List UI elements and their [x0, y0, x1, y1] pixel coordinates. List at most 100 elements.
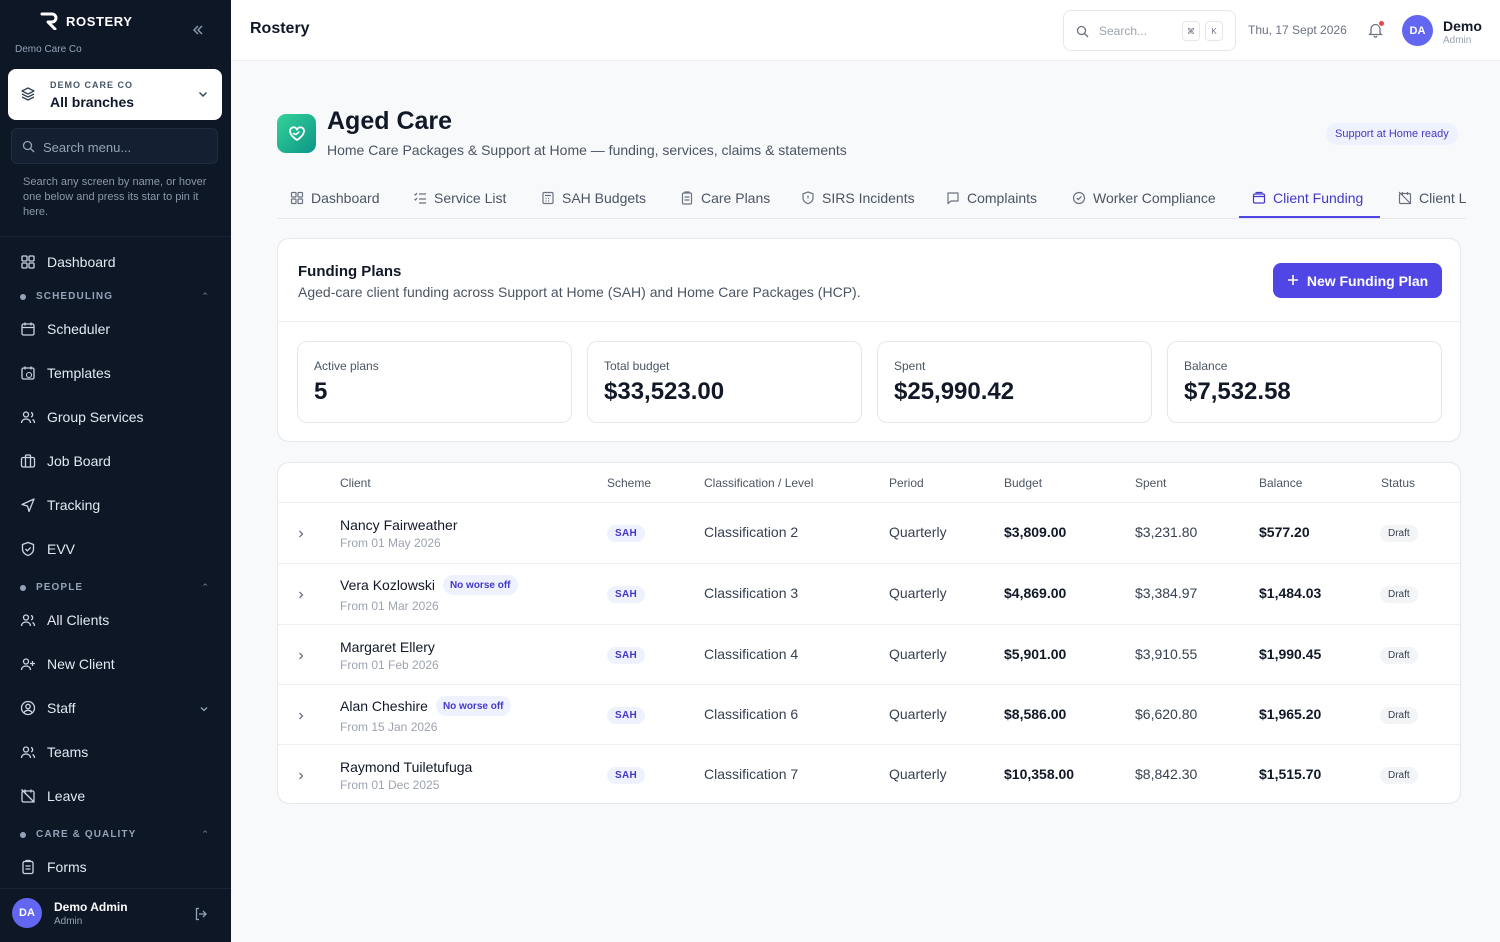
section-dot [20, 584, 26, 591]
client-from-date: From 01 Feb 2026 [340, 658, 439, 672]
section-care-quality[interactable]: CARE & QUALITY ⌃ [20, 829, 210, 840]
spent-cell: $6,620.80 [1135, 706, 1198, 722]
notification-dot [1378, 20, 1385, 27]
brand-name: ROSTERY [66, 13, 133, 29]
tab-label: SAH Budgets [562, 189, 647, 206]
top-user-name[interactable]: Demo [1443, 18, 1482, 34]
branch-selector[interactable]: DEMO CARE CO All branches [8, 69, 222, 120]
scheme-badge: SAH [607, 767, 646, 784]
sidebar-item-all-clients[interactable]: All Clients [10, 602, 220, 638]
current-date: Thu, 17 Sept 2026 [1248, 23, 1347, 37]
client-name: Alan Cheshire No worse off [340, 696, 511, 716]
sidebar-item-dashboard[interactable]: Dashboard [10, 244, 220, 280]
topbar: Rostery Search... ⌘ K Thu, 17 Sept 2026 … [231, 0, 1500, 61]
sidebar-item-new-client[interactable]: New Client [10, 646, 220, 682]
tab-sirs-incidents[interactable]: SIRS Incidents [801, 176, 915, 218]
sidebar-item-leave[interactable]: Leave [10, 778, 220, 814]
tab-service-list[interactable]: Service List [413, 176, 506, 218]
section-dot [20, 293, 26, 300]
heart-hand-icon [277, 114, 316, 153]
grid-icon [19, 253, 37, 271]
sidebar-item-teams[interactable]: Teams [10, 734, 220, 770]
period-cell: Quarterly [889, 585, 947, 601]
logout-icon[interactable] [193, 906, 209, 922]
sidebar-item-label: Tracking [47, 497, 101, 513]
section-people[interactable]: PEOPLE ⌃ [20, 582, 210, 593]
stat-value: 5 [314, 378, 328, 405]
column-header-scheme[interactable]: Scheme [607, 476, 651, 490]
avatar[interactable]: DA [12, 898, 42, 928]
button-label: New Funding Plan [1306, 272, 1429, 289]
tab-client-leave[interactable]: Client L [1398, 176, 1466, 218]
sidebar-item-job-board[interactable]: Job Board [10, 443, 220, 479]
sidebar-item-templates[interactable]: Templates [10, 355, 220, 391]
tab-worker-compliance[interactable]: Worker Compliance [1072, 176, 1216, 218]
table-row[interactable]: Alan Cheshire No worse off From 15 Jan 20… [278, 684, 1460, 745]
balance-cell: $577.20 [1259, 524, 1310, 540]
sidebar-item-group-services[interactable]: Group Services [10, 399, 220, 435]
calendar-off-icon [1398, 191, 1412, 205]
column-header-balance[interactable]: Balance [1259, 476, 1302, 490]
budget-cell: $8,586.00 [1004, 706, 1067, 722]
brand-logo[interactable]: ROSTERY [40, 12, 133, 30]
client-from-date: From 01 Dec 2025 [340, 778, 440, 792]
sidebar-item-label: Teams [47, 744, 89, 760]
sidebar: ROSTERY Demo Care Co DEMO CARE CO All br… [0, 0, 231, 942]
search-placeholder: Search... [1099, 24, 1148, 38]
section-scheduling[interactable]: SCHEDULING ⌃ [20, 291, 210, 302]
section-label: PEOPLE [36, 582, 84, 593]
section-subtitle: Aged-care client funding across Support … [298, 284, 861, 300]
column-header-classification[interactable]: Classification / Level [704, 476, 813, 490]
table-row[interactable]: Vera Kozlowski No worse off From 01 Mar 2… [278, 563, 1460, 624]
table-row[interactable]: Raymond Tuiletufuga From 01 Dec 2025 SAH… [278, 744, 1460, 803]
wallet-icon [1252, 191, 1266, 205]
column-header-spent[interactable]: Spent [1135, 476, 1166, 490]
tab-label: Client L [1419, 189, 1466, 206]
sidebar-item-forms[interactable]: Forms [10, 849, 220, 885]
tab-client-funding[interactable]: Client Funding [1252, 176, 1363, 218]
avatar[interactable]: DA [1402, 15, 1433, 46]
menu-search-input[interactable] [43, 137, 211, 157]
chevron-right-icon[interactable] [295, 588, 307, 600]
column-header-status[interactable]: Status [1381, 476, 1415, 490]
column-header-client[interactable]: Client [340, 476, 371, 490]
column-header-budget[interactable]: Budget [1004, 476, 1042, 490]
new-funding-plan-button[interactable]: New Funding Plan [1273, 263, 1442, 298]
tab-label: Worker Compliance [1093, 189, 1216, 206]
stat-spent: Spent $25,990.42 [877, 341, 1152, 423]
tab-complaints[interactable]: Complaints [946, 176, 1037, 218]
classification-cell: Classification 4 [704, 646, 799, 662]
funding-plans-card: Funding Plans Aged-care client funding a… [277, 238, 1461, 442]
column-header-period[interactable]: Period [889, 476, 924, 490]
client-name: Nancy Fairweather [340, 517, 458, 533]
collapse-sidebar-icon[interactable] [188, 20, 208, 40]
plus-icon [1287, 273, 1299, 289]
chevron-right-icon[interactable] [295, 769, 307, 781]
sidebar-item-evv[interactable]: EVV [10, 531, 220, 567]
table-row[interactable]: Nancy Fairweather From 01 May 2026 SAH C… [278, 502, 1460, 563]
stat-label: Active plans [314, 359, 379, 373]
table-row[interactable]: Margaret Ellery From 01 Feb 2026 SAH Cla… [278, 624, 1460, 685]
global-search[interactable]: Search... ⌘ K [1063, 10, 1236, 51]
chevron-right-icon[interactable] [295, 709, 307, 721]
sidebar-item-scheduler[interactable]: Scheduler [10, 311, 220, 347]
budget-cell: $4,869.00 [1004, 585, 1067, 601]
user-circle-icon [19, 699, 37, 717]
tab-care-plans[interactable]: Care Plans [680, 176, 770, 218]
users-icon [19, 408, 37, 426]
chevron-right-icon[interactable] [295, 649, 307, 661]
tab-dashboard[interactable]: Dashboard [290, 176, 380, 218]
sidebar-item-staff[interactable]: Staff [10, 690, 220, 726]
budget-cell: $5,901.00 [1004, 646, 1067, 662]
sidebar-item-label: Job Board [47, 453, 111, 469]
tab-sah-budgets[interactable]: SAH Budgets [541, 176, 647, 218]
app-title: Rostery [250, 20, 310, 37]
sidebar-item-tracking[interactable]: Tracking [10, 487, 220, 523]
tab-bar: Dashboard Service List SAH Budgets Care … [277, 176, 1466, 219]
spent-cell: $3,910.55 [1135, 646, 1198, 662]
chevron-right-icon[interactable] [295, 527, 307, 539]
stat-label: Spent [894, 359, 926, 373]
client-name: Raymond Tuiletufuga [340, 759, 472, 775]
grid-icon [290, 191, 304, 205]
status-badge: Draft [1380, 647, 1418, 664]
